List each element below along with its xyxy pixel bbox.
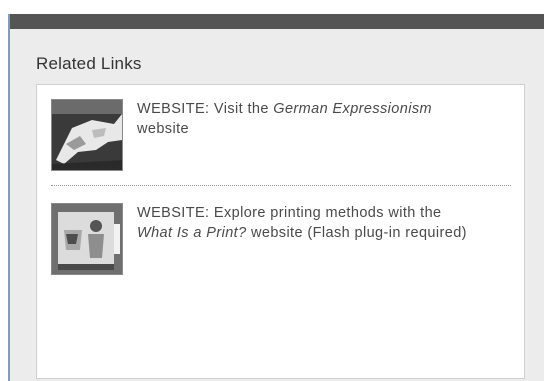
panel-title: Related Links <box>36 54 142 73</box>
panel-header-bar <box>10 14 544 29</box>
link-italic-title: What Is a Print? <box>137 225 247 241</box>
print-artwork-thumbnail[interactable] <box>51 203 123 275</box>
link-suffix: website (Flash plug-in required) <box>246 225 467 241</box>
link-item-german-expressionism[interactable]: WEBSITE: Visit the German Expressionism … <box>51 99 477 171</box>
link-prefix: WEBSITE: Visit the <box>137 101 274 117</box>
link-prefix: WEBSITE: Explore printing methods with t… <box>137 205 442 221</box>
link-text-what-is-a-print[interactable]: WEBSITE: Explore printing methods with t… <box>137 203 477 275</box>
link-item-what-is-a-print[interactable]: WEBSITE: Explore printing methods with t… <box>51 203 477 275</box>
links-container: WEBSITE: Visit the German Expressionism … <box>36 84 525 379</box>
link-suffix: website <box>137 121 189 137</box>
link-text-german-expressionism[interactable]: WEBSITE: Visit the German Expressionism … <box>137 99 477 171</box>
related-links-panel: Related Links WEBSITE: Visit the German … <box>8 14 544 381</box>
divider <box>51 185 511 186</box>
expressionist-artwork-thumbnail[interactable] <box>51 99 123 171</box>
link-italic-title: German Expressionism <box>273 101 432 117</box>
